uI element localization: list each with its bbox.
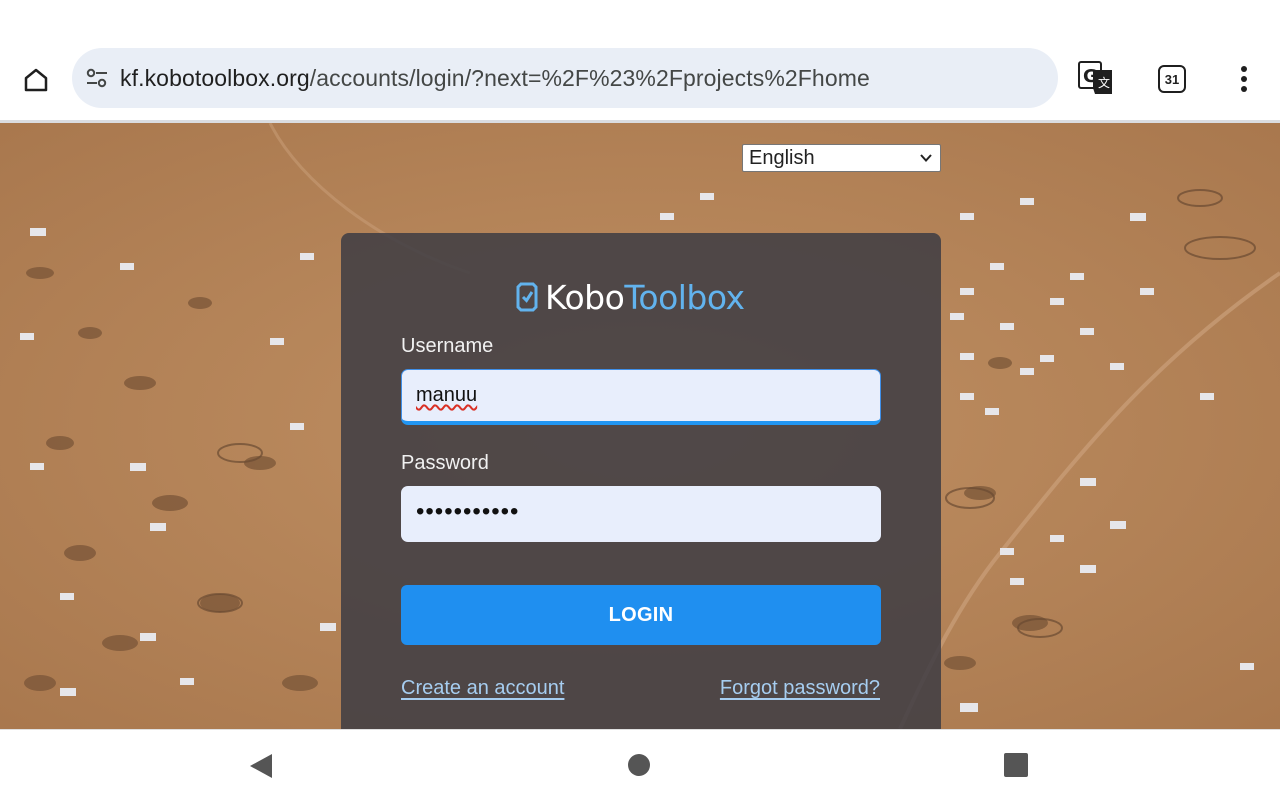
home-icon[interactable]	[14, 62, 58, 98]
login-card: Kobo Toolbox Username manuu Password ••••…	[341, 233, 941, 729]
svg-text:文: 文	[1098, 75, 1110, 90]
status-bar	[0, 0, 1280, 40]
logo-toolbox-text: Toolbox	[624, 277, 745, 317]
url-text[interactable]: kf.kobotoolbox.org/accounts/login/?next=…	[120, 65, 870, 92]
username-input[interactable]: manuu	[401, 369, 881, 425]
address-bar[interactable]: kf.kobotoolbox.org/accounts/login/?next=…	[72, 48, 1058, 108]
username-label: Username	[401, 335, 494, 357]
url-path: /accounts/login/?next=%2F%23%2Fprojects%…	[309, 65, 870, 91]
system-nav-bar	[0, 729, 1280, 800]
tab-count: 31	[1164, 71, 1180, 87]
password-input[interactable]: •••••••••••	[401, 486, 881, 542]
more-vert-icon[interactable]	[1230, 62, 1258, 96]
recents-icon[interactable]	[1004, 753, 1028, 777]
back-icon[interactable]	[248, 752, 274, 780]
kobotoolbox-logo: Kobo Toolbox	[515, 277, 745, 317]
language-value: English	[749, 147, 815, 169]
kobo-logo-icon	[516, 282, 538, 312]
translate-icon[interactable]: G 文	[1078, 60, 1114, 96]
forgot-password-link[interactable]: Forgot password?	[720, 677, 880, 700]
tab-switcher-icon[interactable]: 31	[1158, 65, 1186, 93]
username-value: manuu	[416, 384, 478, 406]
tune-icon[interactable]	[84, 66, 110, 90]
chevron-down-icon	[920, 154, 932, 162]
url-host: kf.kobotoolbox.org	[120, 65, 310, 91]
password-value: •••••••••••	[416, 498, 520, 525]
password-label: Password	[401, 452, 489, 474]
home-circle-icon[interactable]	[628, 754, 650, 776]
browser-toolbar: kf.kobotoolbox.org/accounts/login/?next=…	[0, 40, 1280, 120]
create-account-link[interactable]: Create an account	[401, 677, 564, 700]
login-button[interactable]: LOGIN	[401, 585, 881, 645]
logo-kobo-text: Kobo	[545, 277, 625, 317]
page-content: English Kobo Toolbox Username manuu Passw…	[0, 123, 1280, 729]
language-select[interactable]: English	[742, 144, 941, 172]
